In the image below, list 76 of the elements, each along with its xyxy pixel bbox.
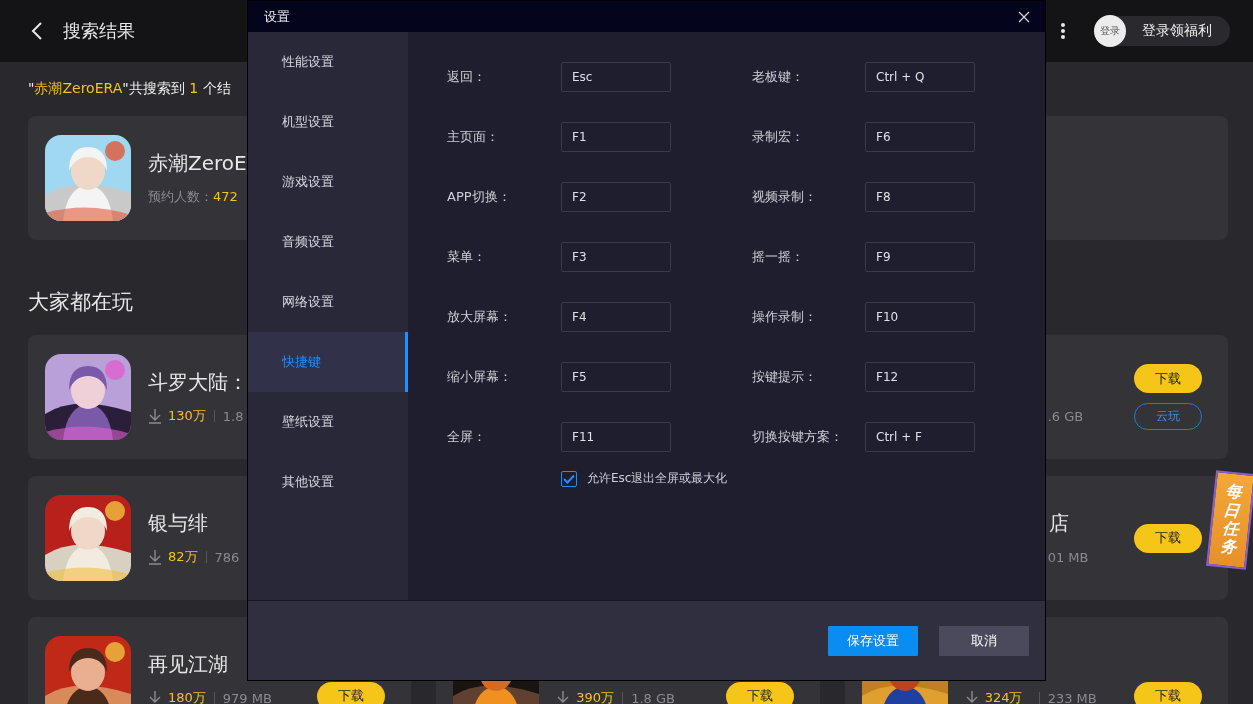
login-button[interactable]: 登录领福利 (1126, 22, 1230, 40)
more-icon[interactable] (1060, 22, 1066, 40)
file-size: 786 (214, 549, 240, 565)
game-title: 店 (1047, 510, 1069, 536)
game-title: 赤潮ZeroE (148, 150, 248, 176)
shortcut-field[interactable]: F8 (865, 182, 975, 212)
dialog-title: 设置 (264, 7, 290, 26)
shortcut-field[interactable]: F6 (865, 122, 975, 152)
download-count: 390万 (576, 689, 615, 704)
download-button[interactable]: 下载 (725, 681, 794, 704)
shortcut-label: 老板键： (752, 68, 805, 86)
sidebar-item[interactable]: 壁纸设置 (248, 392, 408, 452)
shortcut-label: 按键提示： (752, 368, 818, 386)
download-button[interactable]: 下载 (317, 681, 386, 704)
shortcut-field[interactable]: F11 (561, 422, 671, 452)
sidebar-item[interactable]: 性能设置 (248, 32, 408, 92)
file-size: 233 MB (1047, 690, 1097, 704)
cancel-button[interactable]: 取消 (939, 625, 1029, 656)
search-summary: "赤潮ZeroERA"共搜索到 1 个结 (28, 80, 232, 98)
download-icon (556, 690, 571, 704)
shortcut-field[interactable]: F3 (561, 242, 671, 272)
file-size: 01 MB (1047, 549, 1089, 565)
shortcut-field[interactable]: Esc (561, 62, 671, 92)
sidebar-item[interactable]: 其他设置 (248, 452, 408, 512)
back-icon[interactable] (31, 21, 43, 41)
download-count: 180万 (168, 689, 206, 704)
shortcut-label: APP切换： (447, 188, 512, 206)
shortcut-label: 录制宏： (752, 128, 805, 146)
shortcut-field[interactable]: F9 (865, 242, 975, 272)
game-title: 再见江湖 (148, 651, 229, 677)
sidebar-item[interactable]: 音频设置 (248, 212, 408, 272)
reservation-count: 预约人数：472 (148, 188, 238, 206)
shortcut-label: 全屏： (447, 428, 487, 446)
download-count: 130万 (168, 407, 206, 425)
shortcut-field[interactable]: F12 (865, 362, 975, 392)
shortcut-label: 返回： (447, 68, 487, 86)
download-icon (148, 549, 162, 565)
shortcut-label: 摇一摇： (752, 248, 805, 266)
shortcut-field[interactable]: F10 (865, 302, 975, 332)
shortcut-field[interactable]: F1 (561, 122, 671, 152)
download-count: 324万 (984, 689, 1023, 704)
download-icon (148, 690, 162, 704)
download-icon (964, 690, 979, 704)
file-size: 979 MB (222, 690, 272, 704)
checkbox-label: 允许Esc退出全屏或最大化 (587, 470, 728, 487)
shortcut-label: 放大屏幕： (447, 308, 513, 326)
file-size: 1.8 GB (631, 690, 675, 704)
shortcut-label: 缩小屏幕： (447, 368, 513, 386)
login-avatar[interactable]: 登录 (1094, 15, 1126, 47)
shortcut-field[interactable]: Ctrl + Q (865, 62, 975, 92)
shortcut-field[interactable]: F4 (561, 302, 671, 332)
close-icon[interactable] (1018, 10, 1030, 23)
shortcut-label: 菜单： (447, 248, 487, 266)
download-button[interactable]: 下载 (1134, 681, 1202, 704)
sidebar-item[interactable]: 快捷键 (248, 332, 408, 392)
shortcut-field[interactable]: F5 (561, 362, 671, 392)
shortcut-label: 主页面： (447, 128, 500, 146)
checkbox[interactable] (561, 470, 577, 487)
shortcut-label: 视频录制： (752, 188, 818, 206)
download-button[interactable]: 下载 (1134, 523, 1202, 553)
shortcut-field[interactable]: Ctrl + F (865, 422, 975, 452)
game-title: 斗罗大陆： (148, 369, 249, 395)
file-size: .6 GB (1047, 408, 1084, 424)
page-title: 搜索结果 (63, 19, 135, 43)
download-icon (148, 408, 162, 424)
shortcut-field[interactable]: F2 (561, 182, 671, 212)
section-title: 大家都在玩 (28, 289, 133, 316)
download-count: 82万 (168, 548, 198, 566)
shortcut-label: 切换按键方案： (752, 428, 844, 446)
download-button[interactable]: 下载 (1134, 364, 1202, 393)
sidebar-item[interactable]: 游戏设置 (248, 152, 408, 212)
sidebar-item[interactable]: 网络设置 (248, 272, 408, 332)
shortcut-label: 操作录制： (752, 308, 818, 326)
game-title: 银与绯 (148, 510, 209, 536)
file-size: 1.8 (222, 408, 244, 424)
sidebar-item[interactable]: 机型设置 (248, 92, 408, 152)
